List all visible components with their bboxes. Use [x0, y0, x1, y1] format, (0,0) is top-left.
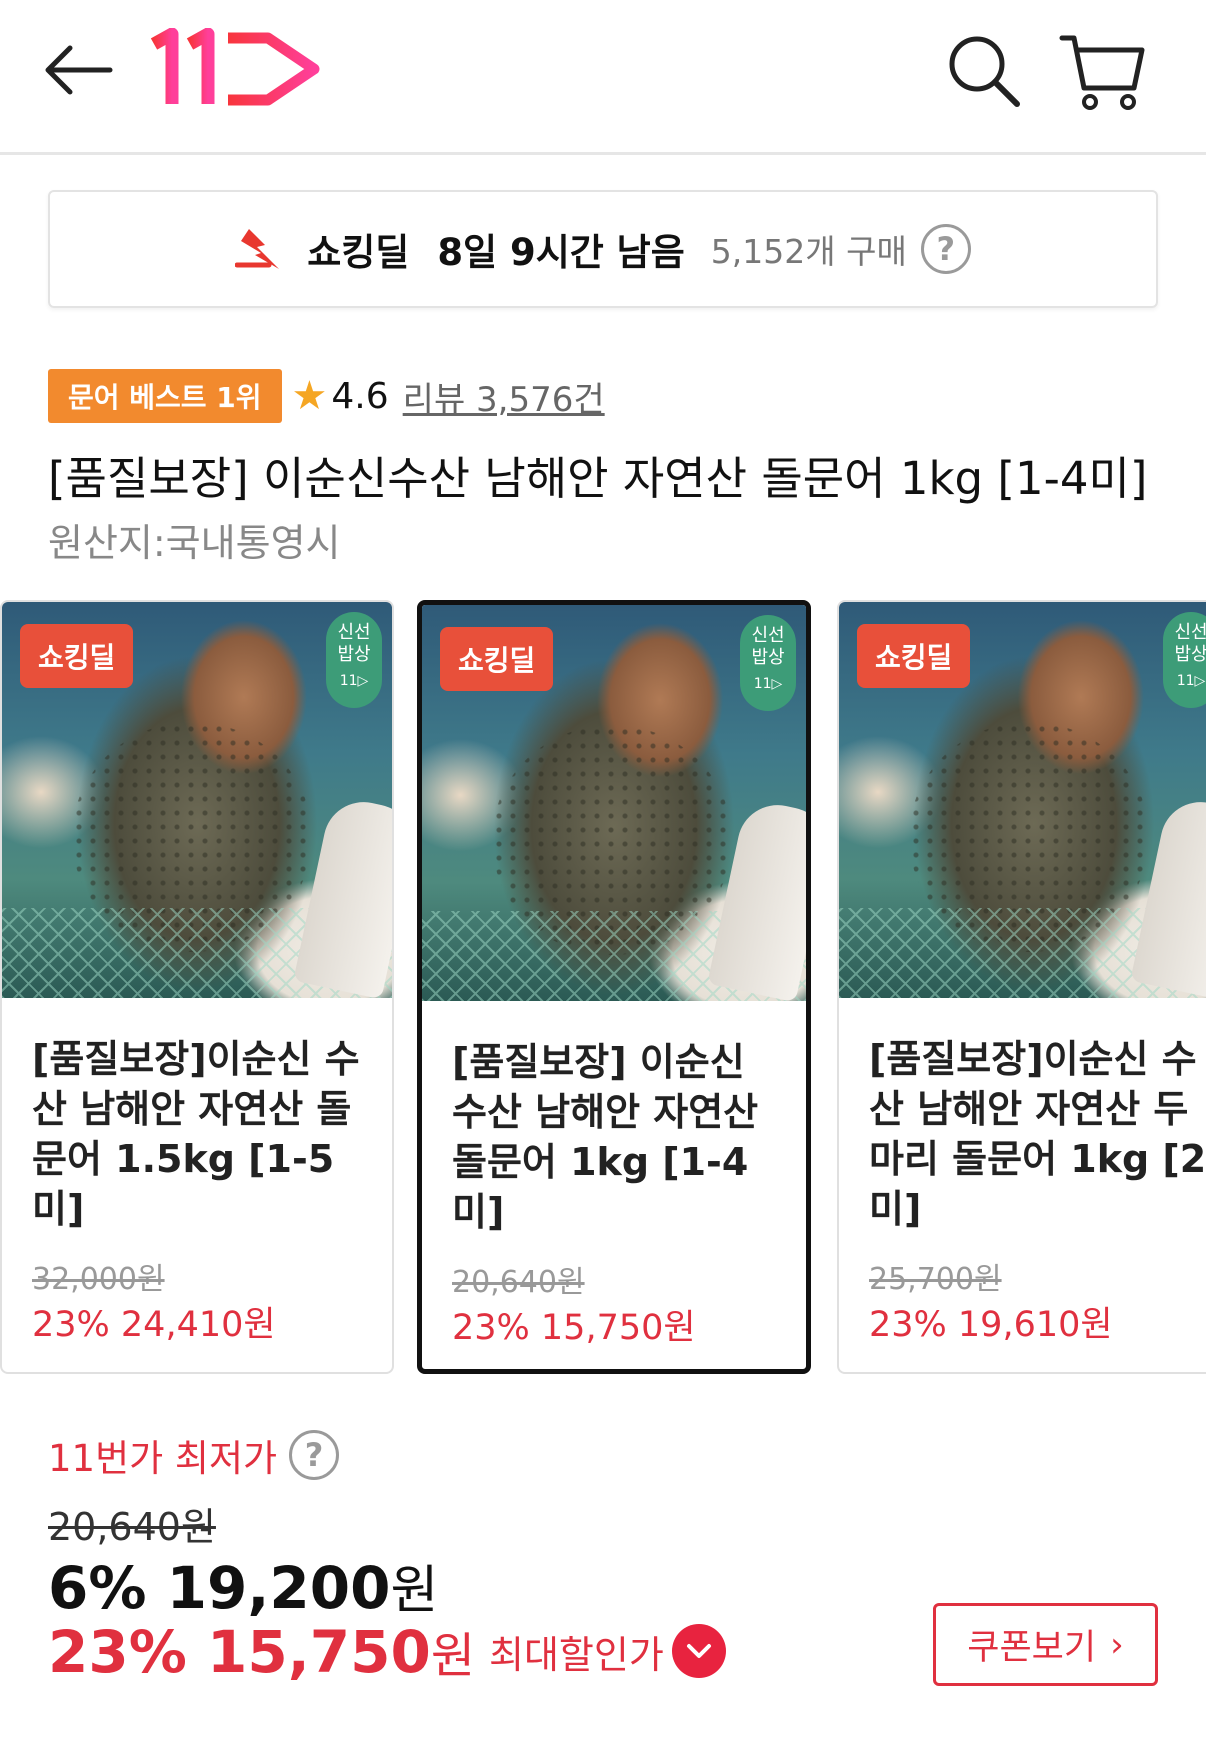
- max-discount-price: 23% 15,750원: [48, 1618, 476, 1686]
- chevron-down-icon[interactable]: [671, 1624, 726, 1678]
- purchase-count: 5,152개 구매: [710, 232, 907, 271]
- search-icon[interactable]: [945, 32, 1023, 110]
- product-title: [품질보장] 이순신수산 남해안 자연산 돌문어 1kg [1-4미]: [48, 452, 1148, 505]
- help-icon[interactable]: ?: [289, 1430, 340, 1480]
- option-original-price: 32,000원: [32, 1262, 165, 1297]
- arrow-left-icon[interactable]: [40, 40, 120, 100]
- sale-price: 6% 19,200원: [48, 1554, 439, 1622]
- coupon-button-label: 쿠폰보기: [967, 1628, 1097, 1668]
- product-image: 쇼킹딜 신선 밥상 11▷: [422, 605, 806, 1001]
- option-price: 23% 15,750원: [452, 1308, 696, 1348]
- star-icon: ★: [291, 373, 328, 419]
- deal-name: 쇼킹딜: [307, 231, 410, 274]
- option-name: [품질보장] 이순신 수산 남해안 자연산 돌문어 1kg [1-4미]: [452, 1040, 759, 1234]
- lowest-price-label: 11번가 최저가: [48, 1437, 278, 1480]
- shocking-deal-tag: 쇼킹딜: [857, 624, 971, 688]
- top-header: [0, 0, 1206, 155]
- option-price: 23% 19,610원: [869, 1305, 1113, 1345]
- review-count-link[interactable]: 리뷰 3,576건: [403, 372, 605, 421]
- option-card[interactable]: 쇼킹딜 신선 밥상 11▷ [품질보장]이순신 수산 남해안 자연산 돌문어 1.5…: [0, 600, 394, 1374]
- fresh-table-badge: 신선 밥상 11▷: [740, 615, 796, 711]
- product-image: 쇼킹딜 신선 밥상 11▷: [2, 602, 392, 998]
- fresh-table-badge: 신선 밥상 11▷: [1163, 612, 1206, 708]
- product-image: 쇼킹딜 신선 밥상 11▷: [839, 602, 1206, 998]
- option-original-price: 20,640원: [452, 1265, 585, 1300]
- option-card-selected[interactable]: 쇼킹딜 신선 밥상 11▷ [품질보장] 이순신 수산 남해안 자연산 돌문어 1k…: [417, 600, 811, 1374]
- shocking-deal-tag: 쇼킹딜: [440, 627, 554, 691]
- rating-value: 4.6: [331, 375, 389, 417]
- max-discount-row: 23% 15,750원 최대할인가: [48, 1616, 726, 1686]
- original-price: 20,640원: [48, 1505, 216, 1549]
- option-price: 23% 24,410원: [32, 1305, 276, 1345]
- shocking-deal-icon: [235, 229, 280, 269]
- shocking-deal-tag: 쇼킹딜: [20, 624, 134, 688]
- 11-logo[interactable]: [150, 28, 330, 110]
- badge-row: 문어 베스트 1위 ★ 4.6 리뷰 3,576건: [48, 369, 605, 423]
- best-rank-badge: 문어 베스트 1위: [48, 369, 282, 423]
- option-name: [품질보장]이순신 수산 남해안 자연산 두마리 돌문어 1kg [2미]: [869, 1037, 1206, 1231]
- cart-icon[interactable]: [1058, 30, 1146, 112]
- option-card[interactable]: 쇼킹딜 신선 밥상 11▷ [품질보장]이순신 수산 남해안 자연산 두마리 돌문어…: [837, 600, 1206, 1374]
- max-discount-label: 최대할인가: [489, 1632, 664, 1677]
- chevron-right-icon: ›: [1110, 1624, 1124, 1665]
- lowest-price-row: 11번가 최저가 ?: [48, 1428, 340, 1482]
- deal-time-left: 8일 9시간 남음: [437, 231, 685, 274]
- product-origin: 원산지:국내통영시: [48, 521, 341, 565]
- view-coupon-button[interactable]: 쿠폰보기 ›: [933, 1603, 1158, 1686]
- help-icon[interactable]: ?: [920, 224, 971, 274]
- option-original-price: 25,700원: [869, 1262, 1002, 1297]
- fresh-table-badge: 신선 밥상 11▷: [326, 612, 382, 708]
- shocking-deal-bar: 쇼킹딜 8일 9시간 남음 5,152개 구매 ?: [48, 190, 1158, 308]
- option-name: [품질보장]이순신 수산 남해안 자연산 돌문어 1.5kg [1-5미]: [32, 1037, 360, 1231]
